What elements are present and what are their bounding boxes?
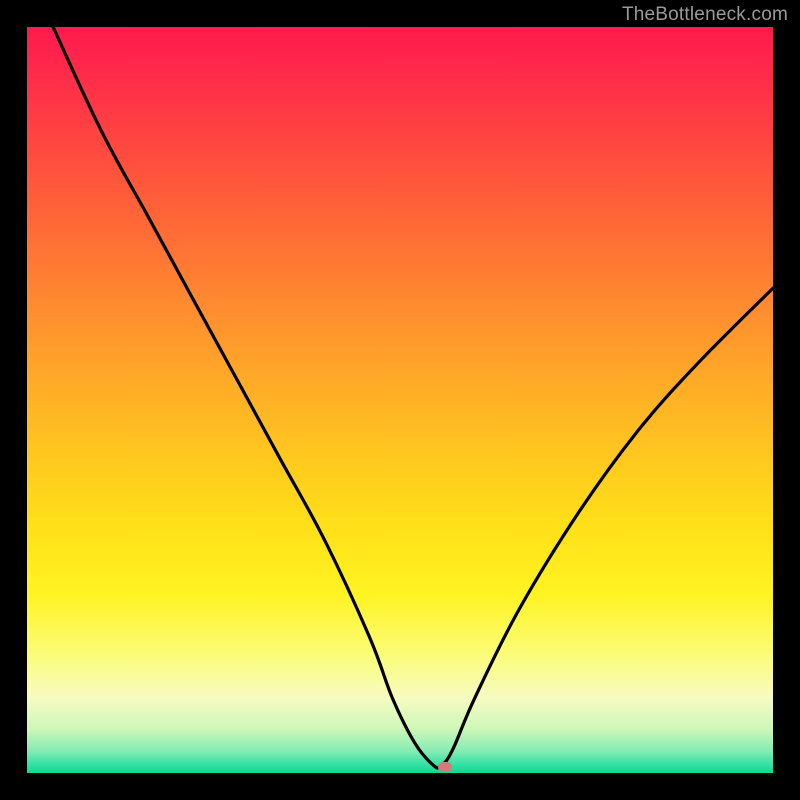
optimal-marker — [438, 762, 452, 772]
credit-text: TheBottleneck.com — [622, 4, 788, 26]
bottleneck-curve — [27, 27, 773, 773]
chart-area — [27, 27, 773, 773]
